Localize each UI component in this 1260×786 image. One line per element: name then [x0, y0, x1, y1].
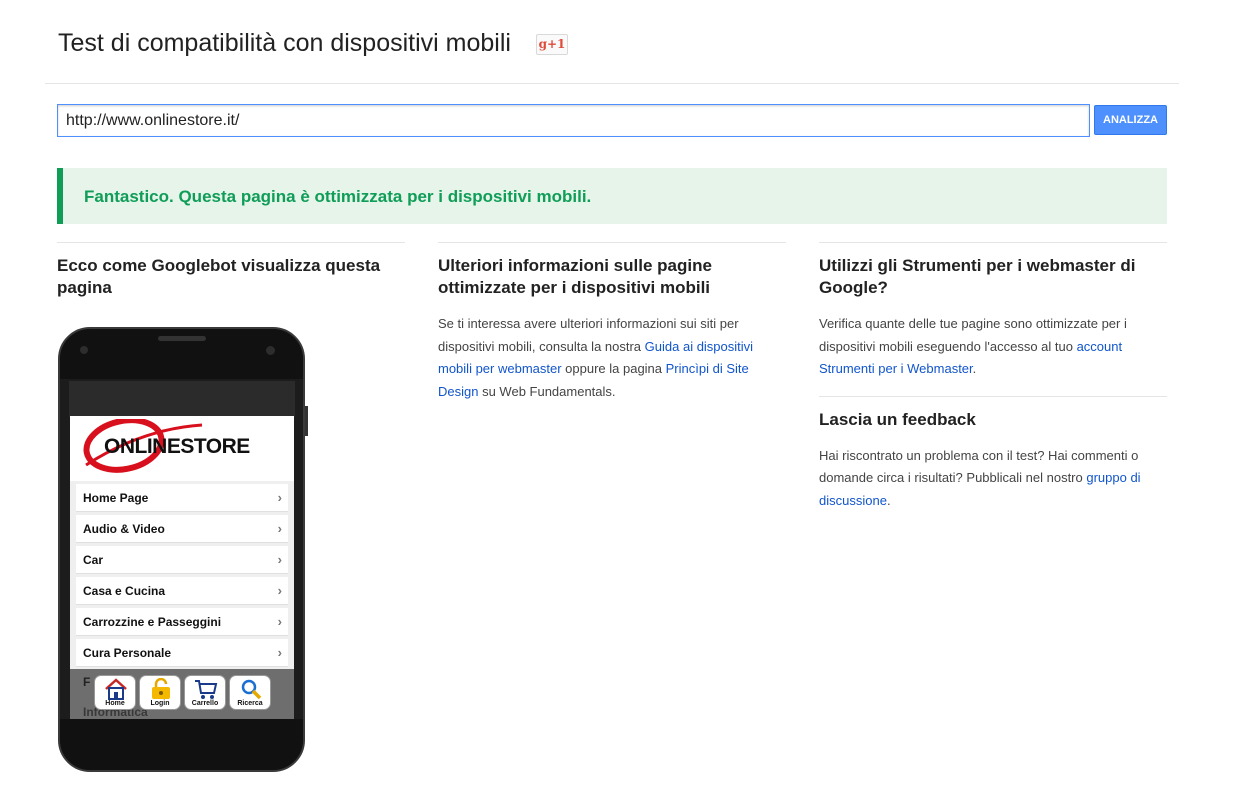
- home-icon: [105, 678, 127, 700]
- chevron-right-icon: ›: [277, 614, 282, 629]
- googlebot-column: Ecco come Googlebot visualizza questa pa…: [57, 242, 405, 299]
- tab-carrello[interactable]: Carrello: [184, 675, 226, 710]
- search-icon: [241, 679, 262, 700]
- lock-icon: [152, 678, 170, 699]
- feedback-section: Lascia un feedback Hai riscontrato un pr…: [819, 395, 1167, 513]
- url-input[interactable]: [57, 104, 1090, 137]
- phone-preview: ONLINESTORE Home Page › Audio & Video › Ca…: [58, 327, 305, 772]
- phone-speaker: [158, 336, 206, 341]
- chevron-right-icon: ›: [277, 521, 282, 536]
- tab-home[interactable]: Home: [94, 675, 136, 710]
- menu-item-audio-video[interactable]: Audio & Video ›: [76, 515, 288, 543]
- phone-side-button: [305, 406, 308, 436]
- phone-status-bar: [69, 381, 295, 417]
- chevron-right-icon: ›: [277, 490, 282, 505]
- analyze-button[interactable]: ANALIZZA: [1094, 105, 1167, 135]
- phone-sensor: [80, 346, 88, 354]
- feedback-text: Hai riscontrato un problema con il test?…: [819, 447, 1141, 508]
- phone-chin: [60, 719, 303, 770]
- info-title: Ulteriori informazioni sulle pagine otti…: [438, 256, 712, 297]
- result-message: Fantastico. Questa pagina è ottimizzata …: [84, 187, 592, 206]
- chevron-right-icon: ›: [277, 583, 282, 598]
- chevron-right-icon: ›: [277, 645, 282, 660]
- phone-screen: ONLINESTORE Home Page › Audio & Video › Ca…: [70, 416, 294, 669]
- webmaster-text: Verifica quante delle tue pagine sono ot…: [819, 316, 1127, 376]
- onlinestore-logo: ONLINESTORE: [83, 419, 251, 473]
- chevron-right-icon: ›: [277, 552, 282, 567]
- tab-ricerca[interactable]: Ricerca: [229, 675, 271, 710]
- menu-item-casa-cucina[interactable]: Casa e Cucina ›: [76, 577, 288, 605]
- menu-item-home[interactable]: Home Page ›: [76, 484, 288, 512]
- info-text: Se ti interessa avere ulteriori informaz…: [438, 316, 754, 399]
- phone-top: [60, 329, 303, 379]
- phone-camera: [266, 346, 275, 355]
- info-column: Ulteriori informazioni sulle pagine otti…: [438, 242, 786, 403]
- menu-item-cura-personale[interactable]: Cura Personale ›: [76, 639, 288, 667]
- menu-item-carrozzine[interactable]: Carrozzine e Passeggini ›: [76, 608, 288, 636]
- webmaster-column: Utilizzi gli Strumenti per i webmaster d…: [819, 242, 1167, 512]
- cart-icon: [195, 680, 218, 699]
- googlebot-title: Ecco come Googlebot visualizza questa pa…: [57, 256, 381, 297]
- page-header: Test di compatibilità con dispositivi mo…: [45, 0, 1179, 84]
- menu-item-car[interactable]: Car ›: [76, 546, 288, 574]
- phone-tab-area: F Informatica Home Login Carrello Ricerc…: [70, 669, 294, 719]
- feedback-title: Lascia un feedback: [819, 409, 976, 429]
- tab-login[interactable]: Login: [139, 675, 181, 710]
- result-banner: Fantastico. Questa pagina è ottimizzata …: [57, 168, 1167, 224]
- page-title: Test di compatibilità con dispositivi mo…: [58, 29, 511, 57]
- webmaster-title: Utilizzi gli Strumenti per i webmaster d…: [819, 256, 1136, 297]
- svg-text:ONLINESTORE: ONLINESTORE: [104, 435, 250, 458]
- gplus-button[interactable]: g+1: [536, 34, 568, 55]
- ghost-menu-letter: F: [83, 675, 91, 689]
